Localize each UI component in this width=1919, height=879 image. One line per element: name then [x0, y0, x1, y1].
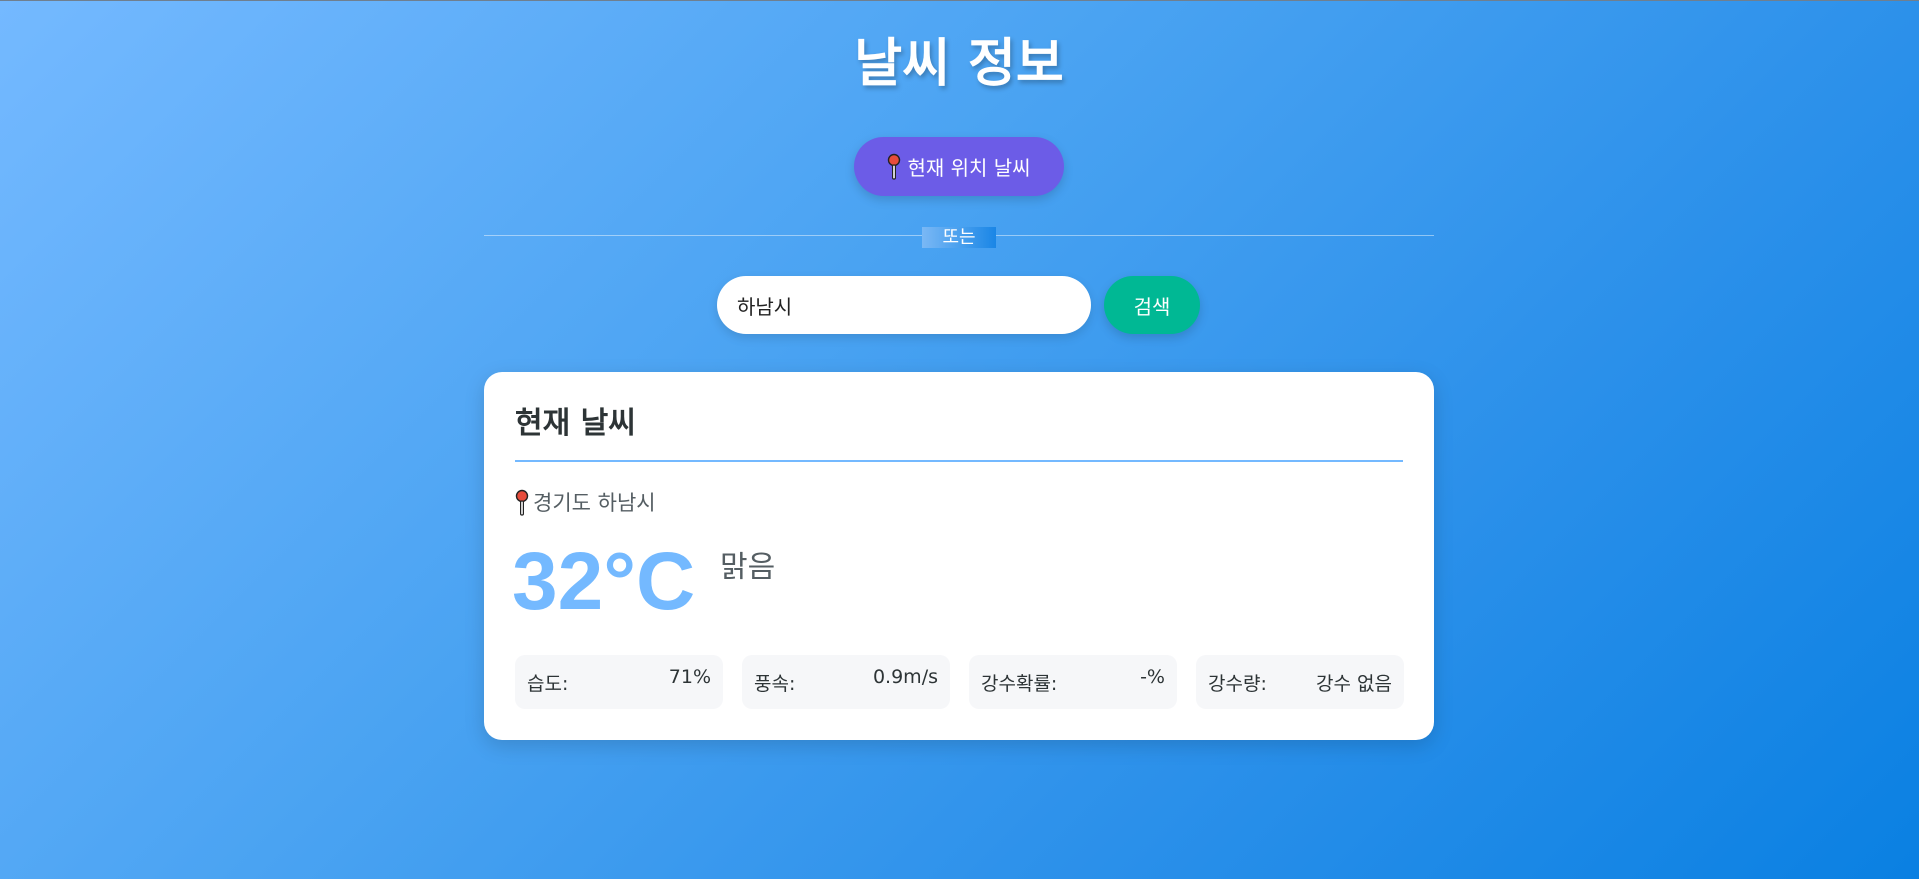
divider-label: 또는	[922, 227, 996, 248]
stat-label: 풍속:	[754, 673, 796, 695]
stat-value: 0.9m/s	[872, 666, 938, 688]
stat-label: 강수확률:	[981, 673, 1058, 695]
current-location-weather-button[interactable]: 현재 위치 날씨	[854, 137, 1064, 196]
page-title: 날씨 정보	[854, 34, 1064, 94]
wind-speed-stat: 풍속: 0.9m/s	[742, 655, 950, 709]
pin-icon	[515, 489, 529, 517]
pin-icon	[887, 153, 901, 181]
stat-value: 71%	[668, 666, 711, 688]
stat-label: 강수량:	[1208, 673, 1267, 695]
temperature-value: 32°C	[512, 536, 696, 627]
precipitation-probability-stat: 강수확률: -%	[969, 655, 1177, 709]
weather-condition: 맑음	[720, 550, 776, 585]
city-search-input[interactable]	[717, 276, 1091, 334]
card-title-divider	[515, 460, 1403, 462]
current-location-weather-label: 현재 위치 날씨	[907, 156, 1031, 180]
humidity-stat: 습도: 71%	[515, 655, 723, 709]
precipitation-amount-stat: 강수량: 강수 없음	[1196, 655, 1404, 709]
stat-label: 습도:	[527, 673, 569, 695]
weather-card-title: 현재 날씨	[515, 406, 636, 441]
weather-card: 현재 날씨 경기도 하남시 32°C 맑음 습도: 71% 풍속: 0.9m/s…	[484, 372, 1434, 740]
stat-value: -%	[1140, 666, 1165, 688]
weather-location: 경기도 하남시	[515, 488, 656, 518]
search-button[interactable]: 검색	[1104, 276, 1200, 334]
location-name: 경기도 하남시	[533, 491, 656, 515]
stat-value: 강수 없음	[1316, 673, 1392, 695]
